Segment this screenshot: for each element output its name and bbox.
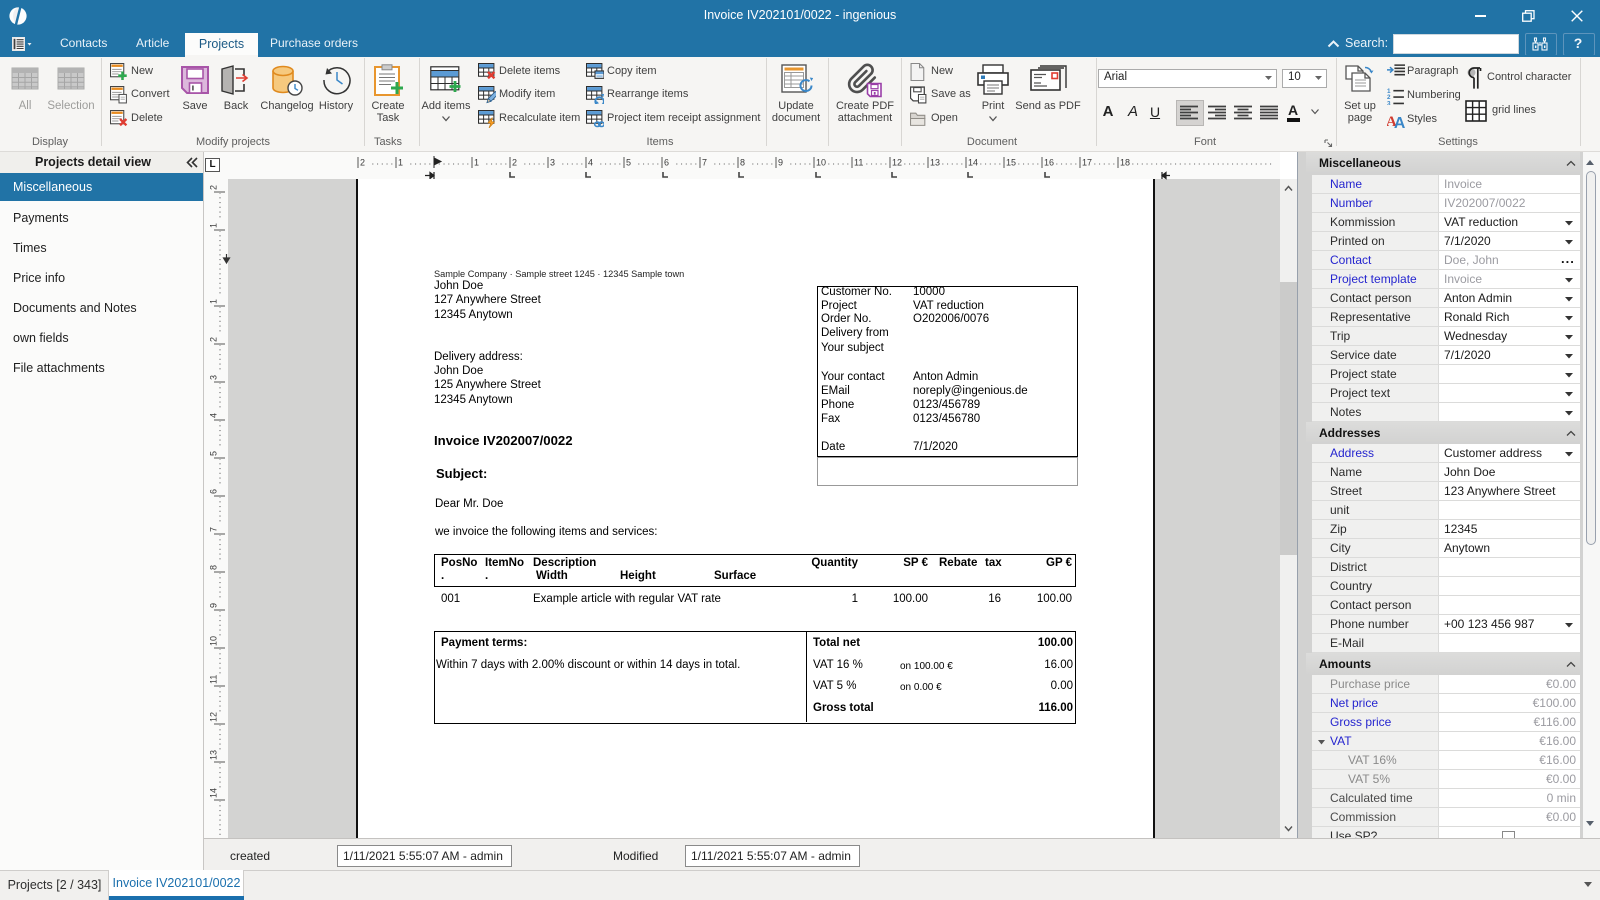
svg-text:9: 9 xyxy=(209,603,219,608)
svg-text:6: 6 xyxy=(209,489,219,494)
svg-text:1: 1 xyxy=(209,223,219,228)
svg-text:8: 8 xyxy=(740,158,745,168)
svg-text:12: 12 xyxy=(892,158,902,168)
svg-text:3: 3 xyxy=(1387,101,1391,105)
svg-text:11: 11 xyxy=(209,675,219,684)
svg-text:13: 13 xyxy=(930,158,940,168)
svg-text:7: 7 xyxy=(209,527,219,532)
svg-text:2: 2 xyxy=(209,185,219,190)
svg-text:18: 18 xyxy=(1120,158,1130,168)
svg-text:9: 9 xyxy=(778,158,783,168)
svg-text:5: 5 xyxy=(626,158,631,168)
svg-text:2: 2 xyxy=(209,337,219,342)
svg-text:14: 14 xyxy=(968,158,978,168)
svg-text:14: 14 xyxy=(209,788,219,798)
svg-text:13: 13 xyxy=(209,750,219,760)
svg-text:A: A xyxy=(1394,115,1405,129)
svg-text:4: 4 xyxy=(209,413,219,418)
svg-text:1: 1 xyxy=(209,299,219,304)
svg-text:10: 10 xyxy=(816,158,826,168)
svg-text:2: 2 xyxy=(360,158,365,168)
svg-text:2: 2 xyxy=(512,158,517,168)
svg-text:5: 5 xyxy=(209,451,219,456)
svg-text:15: 15 xyxy=(1006,158,1016,168)
svg-text:1: 1 xyxy=(474,158,479,168)
svg-text:4: 4 xyxy=(588,158,593,168)
svg-text:11: 11 xyxy=(854,158,863,168)
svg-text:17: 17 xyxy=(1082,158,1092,168)
svg-text:3: 3 xyxy=(209,375,219,380)
svg-text:6: 6 xyxy=(664,158,669,168)
svg-text:7: 7 xyxy=(702,158,707,168)
svg-text:8: 8 xyxy=(209,565,219,570)
svg-text:12: 12 xyxy=(209,712,219,722)
svg-text:10: 10 xyxy=(209,636,219,646)
svg-text:3: 3 xyxy=(550,158,555,168)
svg-text:16: 16 xyxy=(1044,158,1054,168)
svg-text:1: 1 xyxy=(398,158,403,168)
